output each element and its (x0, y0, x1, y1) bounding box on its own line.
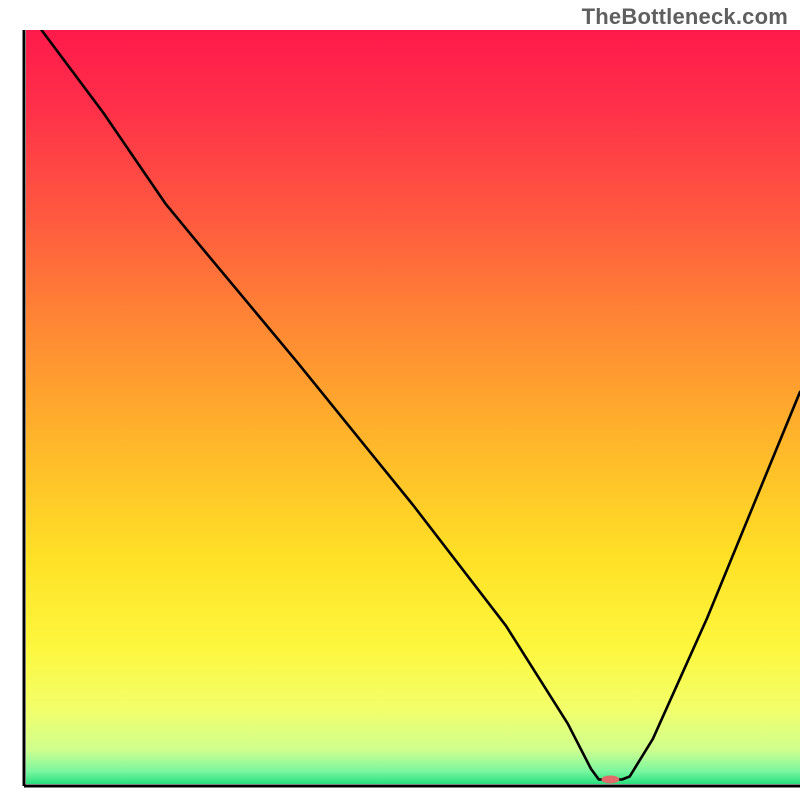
watermark-text: TheBottleneck.com (582, 4, 788, 30)
bottleneck-chart (0, 0, 800, 800)
optimal-point-marker (601, 775, 619, 783)
chart-container: TheBottleneck.com (0, 0, 800, 800)
